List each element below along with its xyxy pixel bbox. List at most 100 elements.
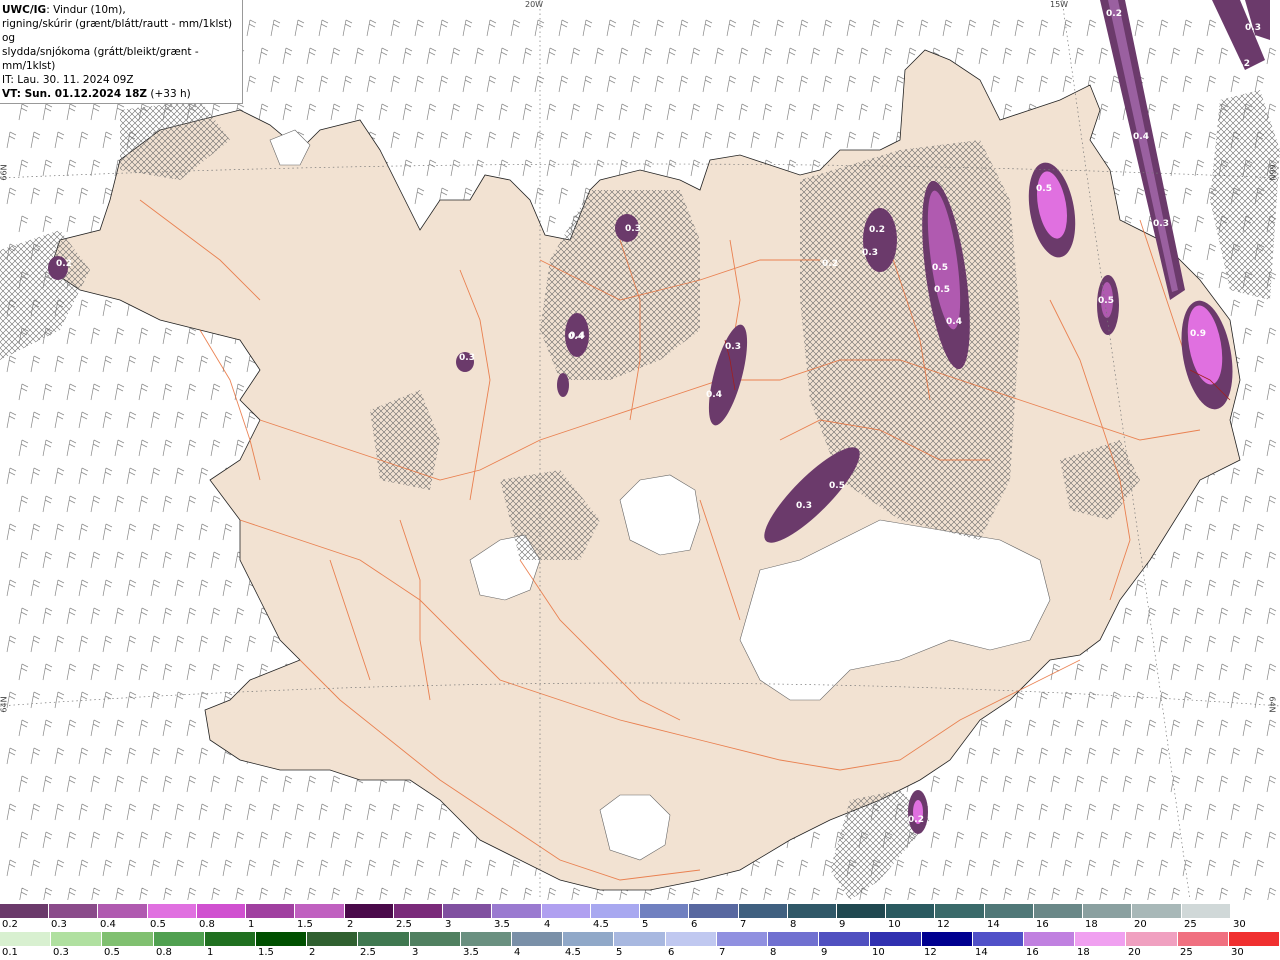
- legend-label: 8: [790, 919, 797, 930]
- snow-value-label: 0.5: [829, 481, 845, 491]
- snow-legend-labels: 0.2 0.3 0.4 0.5 0.8 1 1.5 2 2.5 3 3.5 4 4.5 5 6 7 8 9 10 12…: [0, 919, 1280, 931]
- initial-time: IT: Lau. 30. 11. 2024 09Z: [2, 74, 134, 86]
- legend-swatch: [819, 932, 871, 946]
- legend-label: 5: [642, 919, 649, 930]
- legend-label: 2: [347, 919, 354, 930]
- legend-label: 0.4: [100, 919, 116, 930]
- info-line-1: UWC/IG: Vindur (10m),: [2, 3, 240, 17]
- legend-swatch: [1228, 932, 1280, 946]
- valid-time-value: VT: Sun. 01.12.2024 18Z: [2, 88, 148, 100]
- snow-value-label: 0.3: [862, 248, 878, 258]
- legend-swatch: [590, 904, 641, 918]
- legend-swatch: [196, 904, 247, 918]
- legend-label: 3.5: [494, 919, 510, 930]
- legend-swatch: [689, 904, 739, 918]
- lat-label-66n-right: 66N: [1267, 164, 1277, 181]
- legend-label: 12: [937, 919, 950, 930]
- legend-swatch: [51, 932, 103, 946]
- legend-swatch: [787, 904, 837, 918]
- legend-label: 0.5: [150, 919, 166, 930]
- legend-label: 0.8: [199, 919, 215, 930]
- snow-value-label: 0.4: [946, 317, 962, 327]
- legend-label: 6: [691, 919, 698, 930]
- snow-value-label: 0.9: [1190, 329, 1206, 339]
- legend-swatch: [665, 932, 717, 946]
- snow-value-label: 0.3: [459, 353, 475, 363]
- legend-swatch: [49, 904, 99, 918]
- legend-swatch: [614, 932, 666, 946]
- legend-swatch: [1132, 904, 1182, 918]
- legend-label: 12: [924, 947, 937, 958]
- info-line-3: slydda/snjókoma (grátt/bleikt/grænt - mm…: [2, 46, 199, 72]
- legend-swatch: [984, 904, 1034, 918]
- legend-label: 4: [544, 919, 551, 930]
- legend-swatch: [460, 932, 513, 946]
- legend-label: 4.5: [565, 947, 581, 958]
- legend-swatch: [972, 932, 1025, 946]
- snow-value-label: 0.2: [869, 225, 885, 235]
- snow-value-label: 0.3: [796, 501, 812, 511]
- snow-value-label: 0.5: [932, 263, 948, 273]
- model-name: UWC/IG: [2, 4, 47, 16]
- snow-legend-colorbar: [0, 904, 1280, 918]
- legend-label: 16: [1026, 947, 1039, 958]
- legend-swatch: [768, 932, 820, 946]
- legend-label: 10: [872, 947, 885, 958]
- legend-label: 1.5: [258, 947, 274, 958]
- lon-label-20w: 20W: [525, 0, 544, 9]
- legend-label: 2.5: [360, 947, 376, 958]
- legend-label: 14: [987, 919, 1000, 930]
- legend-swatch: [1177, 932, 1229, 946]
- legend-swatch: [393, 904, 444, 918]
- legend-swatch: [1181, 904, 1231, 918]
- valid-time: VT: Sun. 01.12.2024 18Z (+33 h): [2, 87, 240, 101]
- legend-swatch: [409, 932, 461, 946]
- legend-swatch: [541, 904, 591, 918]
- legend-swatch: [921, 932, 973, 946]
- snow-value-label: 0.2: [56, 259, 72, 269]
- legend-label: 4: [514, 947, 521, 958]
- info-line-2: rigning/skúrir (grænt/blátt/rautt - mm/1…: [2, 18, 233, 44]
- legend-label: 0.2: [2, 919, 18, 930]
- legend-swatch: [716, 932, 769, 946]
- lon-label-15w: 15W: [1050, 0, 1069, 9]
- legend-swatch: [1126, 932, 1178, 946]
- legend-label: 16: [1036, 919, 1049, 930]
- legend-swatch: [443, 904, 493, 918]
- legend-label: 25: [1180, 947, 1193, 958]
- legend-swatch: [147, 904, 197, 918]
- legend-swatch: [358, 932, 410, 946]
- snow-value-label: 0.2: [822, 259, 838, 269]
- legend-label: 10: [888, 919, 901, 930]
- legend-label: 1: [207, 947, 214, 958]
- legend-swatch: [836, 904, 887, 918]
- snow-value-label: 0.2: [1234, 59, 1250, 69]
- legend-swatch: [935, 904, 985, 918]
- legend-swatch: [492, 904, 542, 918]
- lat-label-64n-left: 64N: [0, 696, 9, 713]
- legend-label: 18: [1085, 919, 1098, 930]
- rain-legend-labels: 0.1 0.3 0.5 0.8 1 1.5 2 2.5 3 3.5 4 4.5 5 6 7 8 9 10 12 14 1…: [0, 947, 1280, 959]
- legend-label: 9: [839, 919, 846, 930]
- legend-swatch: [0, 932, 52, 946]
- legend-label: 4.5: [593, 919, 609, 930]
- rain-legend-colorbar: [0, 932, 1280, 946]
- legend-label: 20: [1134, 919, 1147, 930]
- legend-label: 3: [445, 919, 452, 930]
- snow-value-label: 0.4: [569, 331, 585, 341]
- legend-label: 0.5: [104, 947, 120, 958]
- legend-label: 0.3: [51, 919, 67, 930]
- legend-label: 7: [740, 919, 747, 930]
- legend-label: 0.8: [156, 947, 172, 958]
- legend-swatch: [886, 904, 936, 918]
- snow-value-label: 0.5: [1098, 296, 1114, 306]
- snow-value-label: 0.4: [706, 390, 722, 400]
- legend-label: 2.5: [396, 919, 412, 930]
- weather-map[interactable]: 0.2 0.3 0.4 0.3 0.3 0.4 0.2 0.3 0.2 0.5 0.5 0.4 0.5 0…: [0, 0, 1280, 900]
- legend-label: 25: [1184, 919, 1197, 930]
- legend-swatch: [0, 904, 50, 918]
- legend-label: 5: [616, 947, 623, 958]
- legend-label: 1: [248, 919, 255, 930]
- legend-label: 1.5: [297, 919, 313, 930]
- snow-value-label: 0.3: [1245, 23, 1261, 33]
